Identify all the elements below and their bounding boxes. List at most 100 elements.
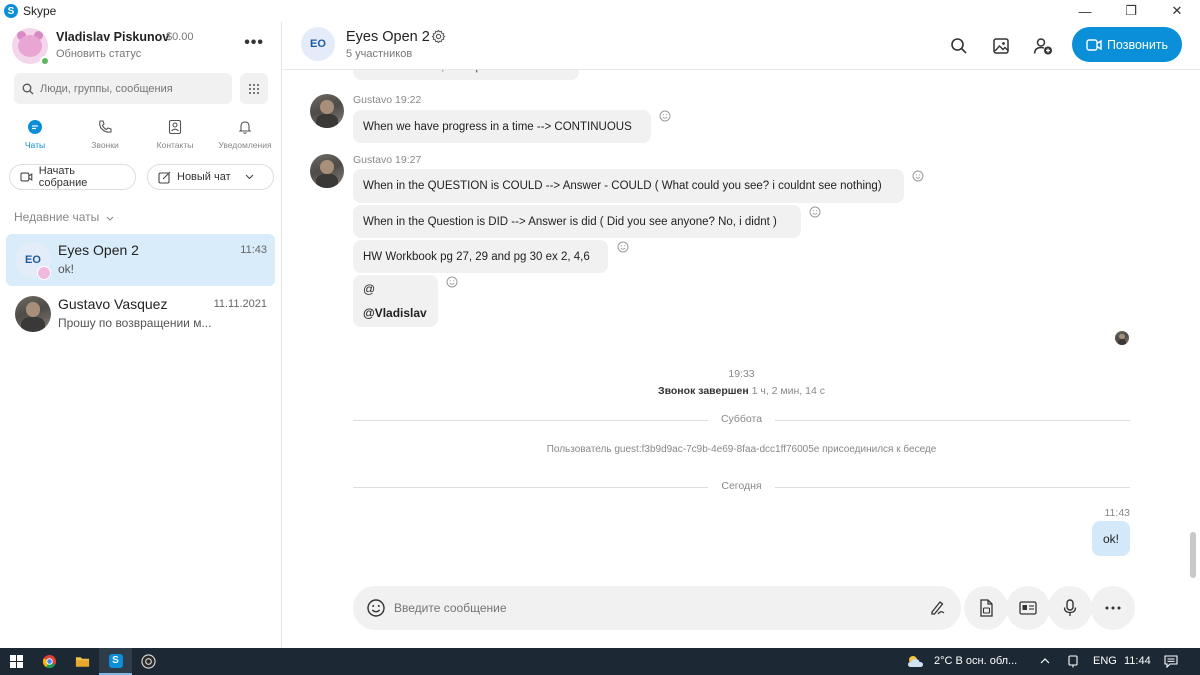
search-in-chat-button[interactable] xyxy=(948,35,970,57)
profile-status[interactable]: Обновить статус xyxy=(56,48,141,60)
network-icon[interactable] xyxy=(1067,655,1079,668)
add-participant-button[interactable] xyxy=(1032,35,1054,57)
voice-message-button[interactable] xyxy=(1048,586,1092,630)
presence-online-icon xyxy=(40,56,50,66)
gallery-button[interactable] xyxy=(990,35,1012,57)
emoji-icon[interactable] xyxy=(366,598,386,618)
add-reaction-icon[interactable] xyxy=(446,276,458,288)
message-text: When we have progress in a time --> CONT… xyxy=(363,120,632,133)
scrollbar[interactable] xyxy=(1190,532,1196,578)
tab-notifications[interactable]: Уведомления xyxy=(210,118,280,150)
new-chat-button[interactable]: Новый чат xyxy=(147,164,274,190)
search-input[interactable] xyxy=(40,82,220,95)
chat-time: 11.11.2021 xyxy=(213,298,267,310)
start-button[interactable] xyxy=(0,648,33,675)
handwriting-icon[interactable] xyxy=(929,598,947,616)
profile-name[interactable]: Vladislav Piskunov xyxy=(56,30,169,44)
app-title: Skype xyxy=(23,4,57,18)
add-reaction-icon[interactable] xyxy=(809,206,821,218)
mention-name[interactable]: @Vladislav xyxy=(363,306,427,320)
taskbar-clock[interactable]: 11:44 xyxy=(1124,655,1151,667)
call-button-label: Позвонить xyxy=(1106,37,1169,52)
input-language[interactable]: ENG xyxy=(1093,655,1117,667)
message-bubble[interactable]: HW Workbook pg 27, 29 and pg 30 ex 2, 4,… xyxy=(353,240,608,273)
chat-item-gustavo-vasquez[interactable]: Gustavo Vasquez 11.11.2021 Прошу по возв… xyxy=(6,288,275,340)
weather-cloudy-icon xyxy=(908,656,923,667)
conversation-title[interactable]: Eyes Open 2 xyxy=(346,29,430,45)
share-contact-button[interactable] xyxy=(1006,586,1050,630)
sender-avatar[interactable] xyxy=(310,94,344,128)
message-bubble[interactable]: When in the Question is DID --> Answer i… xyxy=(353,205,801,238)
meet-now-label: Начать собрание xyxy=(38,165,88,189)
windows-start-icon xyxy=(10,655,23,668)
date-divider: Сегодня xyxy=(353,480,1130,494)
tab-contacts[interactable]: Контакты xyxy=(140,118,210,150)
call-button[interactable]: Позвонить xyxy=(1072,27,1182,62)
message-input[interactable] xyxy=(394,601,894,615)
more-actions-button[interactable] xyxy=(1091,586,1135,630)
add-reaction-icon[interactable] xyxy=(659,110,671,122)
chrome-icon xyxy=(42,654,57,669)
profile-balance[interactable]: $0.00 xyxy=(166,31,194,43)
my-message-bubble[interactable]: ok! xyxy=(1092,521,1130,556)
message-meta: Gustavo 19:22 xyxy=(353,94,421,106)
add-person-icon xyxy=(1033,38,1052,55)
chat-item-eyes-open-2[interactable]: EO Eyes Open 2 11:43 ok! xyxy=(6,234,275,286)
new-chat-label: Новый чат xyxy=(177,171,231,183)
tab-calls[interactable]: Звонки xyxy=(70,118,140,150)
recent-chats-header[interactable]: Недавние чаты xyxy=(14,210,114,224)
sender-avatar[interactable] xyxy=(310,154,344,188)
message-time: 19:22 xyxy=(395,94,422,106)
share-file-button[interactable] xyxy=(964,586,1008,630)
microphone-icon xyxy=(1063,599,1077,616)
skype-icon: S xyxy=(108,653,123,668)
profile-header: Vladislav Piskunov $0.00 Обновить статус… xyxy=(12,28,274,68)
call-ended-label: Звонок завершен xyxy=(658,385,749,397)
search-icon xyxy=(22,83,34,94)
search-icon xyxy=(951,38,967,54)
participants-count[interactable]: 5 участников xyxy=(346,48,412,60)
message-bubble[interactable]: When in the QUESTION is COULD --> Answer… xyxy=(353,169,904,203)
record-app-icon xyxy=(141,654,156,669)
group-avatar[interactable]: EO xyxy=(301,27,335,61)
meet-now-button[interactable]: Начать собрание xyxy=(9,164,136,190)
taskbar-file-explorer[interactable] xyxy=(66,648,99,675)
add-reaction-icon[interactable] xyxy=(912,170,924,182)
avatar-face xyxy=(18,35,42,57)
taskbar: S 2°C В осн. обл... ENG 11:44 xyxy=(0,648,1200,675)
search-box[interactable] xyxy=(14,73,232,104)
weather-text[interactable]: 2°C В осн. обл... xyxy=(934,655,1017,667)
avatar-initials: EO xyxy=(310,38,326,50)
chevron-down-icon[interactable] xyxy=(245,174,254,180)
chevron-up-icon[interactable] xyxy=(1040,657,1050,664)
dialpad-button[interactable] xyxy=(240,73,268,104)
close-button[interactable]: ✕ xyxy=(1154,0,1200,22)
message-time: 19:27 xyxy=(395,154,422,166)
mention-bubble[interactable]: @ @Vladislav xyxy=(353,275,438,327)
taskbar-skype[interactable]: S xyxy=(99,648,132,675)
date-divider-label: Суббота xyxy=(720,413,763,425)
tab-label: Звонки xyxy=(91,140,119,150)
gear-icon[interactable] xyxy=(431,29,446,44)
taskbar-chrome[interactable] xyxy=(33,648,66,675)
call-ended-notice: Звонок завершен 1 ч, 2 мин, 14 с xyxy=(283,385,1200,397)
add-reaction-icon[interactable] xyxy=(617,241,629,253)
chat-preview: Прошу по возвращении м... xyxy=(58,316,212,330)
nav-tabs: Чаты Звонки Контакты Уведомления xyxy=(0,118,282,154)
message-text: ok! xyxy=(1102,531,1119,546)
folder-icon xyxy=(75,657,90,667)
message-list[interactable]: Past continuous, while past continuous G… xyxy=(283,70,1200,580)
action-center-icon[interactable] xyxy=(1164,655,1178,668)
message-bubble[interactable]: Past continuous, while past continuous xyxy=(353,70,579,80)
restore-button[interactable]: ❐ xyxy=(1108,0,1154,22)
tab-chats[interactable]: Чаты xyxy=(0,118,70,150)
more-options-icon[interactable]: ••• xyxy=(244,34,264,52)
taskbar-obs[interactable] xyxy=(132,648,165,675)
message-text: When in the Question is DID --> Answer i… xyxy=(363,215,777,228)
minimize-button[interactable]: — xyxy=(1062,0,1108,22)
message-bubble[interactable]: When we have progress in a time --> CONT… xyxy=(353,110,651,143)
chevron-down-icon xyxy=(106,216,113,221)
conversation-pane: EO Eyes Open 2 5 участников Позвонить Pa… xyxy=(283,22,1200,648)
dialpad-icon xyxy=(249,83,259,94)
join-notice: Пользователь guest:f3b9d9ac-7c9b-4e69-8f… xyxy=(546,444,937,455)
